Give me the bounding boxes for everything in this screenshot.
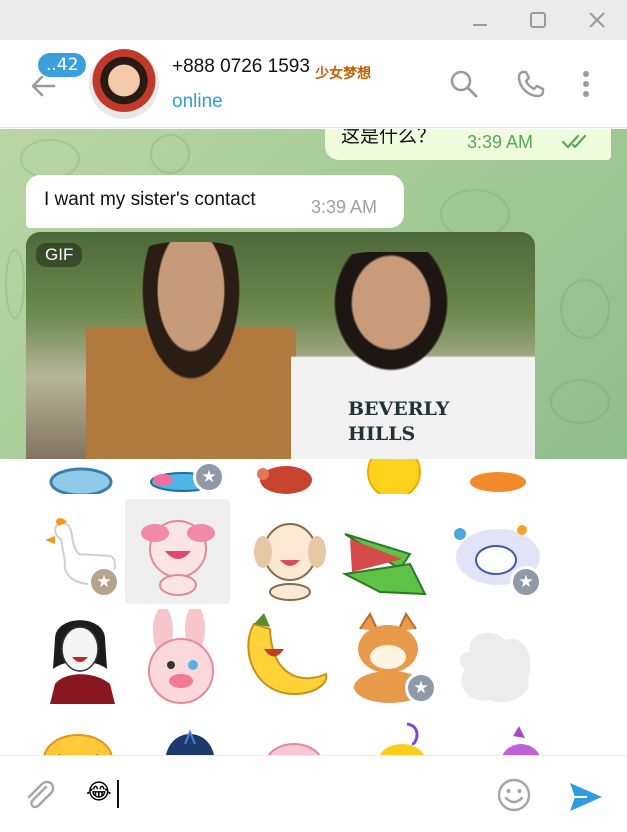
- pink-pig-sticker[interactable]: [244, 714, 344, 755]
- crocodile-laughing-sticker[interactable]: [340, 509, 440, 609]
- window-titlebar: [0, 0, 627, 40]
- yellow-bird-sticker[interactable]: [352, 709, 452, 755]
- favorite-star-icon[interactable]: ★: [193, 461, 225, 493]
- lizard-sticker[interactable]: [26, 459, 126, 499]
- unread-count-badge: ..42: [38, 53, 87, 77]
- sticker-panel[interactable]: ★ ★ ★ ★: [0, 459, 627, 755]
- background-doodle: [20, 139, 80, 179]
- contact-name-tag: 少女梦想: [315, 65, 372, 81]
- search-icon[interactable]: [448, 68, 480, 100]
- pink-rabbit-laughing-sticker[interactable]: [133, 609, 233, 709]
- favorite-star-icon[interactable]: ★: [88, 566, 120, 598]
- blue-hood-sticker[interactable]: [140, 709, 240, 755]
- banana-laughing-sticker[interactable]: [234, 609, 334, 709]
- message-input[interactable]: 😂: [86, 780, 112, 805]
- background-doodle: [150, 134, 190, 174]
- double-check-icon: [561, 133, 591, 153]
- more-vertical-icon[interactable]: [572, 68, 604, 100]
- pink-cat-laughing-sticker[interactable]: [125, 499, 230, 604]
- message-text: 这是什么？: [341, 129, 437, 147]
- sun-sticker[interactable]: [344, 459, 444, 499]
- close-icon[interactable]: [580, 5, 614, 35]
- favorite-star-icon[interactable]: ★: [405, 672, 437, 704]
- background-doodle: [5, 249, 25, 319]
- minimize-icon[interactable]: [463, 5, 497, 35]
- background-doodle: [550, 379, 610, 424]
- shirt-text-line1: BEVERLY: [348, 398, 450, 420]
- emoji-icon[interactable]: [495, 776, 533, 814]
- paperclip-icon[interactable]: [22, 778, 56, 812]
- shirt-text-line2: HILLS: [348, 423, 416, 445]
- puppy-laughing-sticker[interactable]: [240, 507, 340, 607]
- gif-message[interactable]: BEVERLY HILLS GIF: [26, 232, 535, 459]
- chat-header: ..42 +888 0726 1593 少女梦想 online: [0, 40, 627, 128]
- contact-status: online: [172, 91, 223, 112]
- background-doodle: [560, 279, 610, 339]
- message-composer: 😂: [0, 755, 627, 832]
- gif-shirt-text: BEVERLY HILLS: [348, 397, 449, 447]
- gif-label: GIF: [36, 243, 83, 267]
- message-time: 3:39 AM: [467, 132, 534, 152]
- avatar[interactable]: [89, 49, 159, 119]
- gif-person-woman: [86, 242, 296, 459]
- purple-bird-sticker[interactable]: [468, 711, 568, 755]
- chat-history[interactable]: 这是什么？ 3:39 AM I want my sister's contact…: [0, 129, 627, 459]
- contact-name[interactable]: +888 0726 1593 少女梦想: [172, 56, 372, 81]
- red-creature-sticker[interactable]: [236, 459, 336, 499]
- maximize-icon[interactable]: [521, 5, 555, 35]
- message-text: I want my sister's contact: [44, 189, 256, 210]
- incoming-message[interactable]: I want my sister's contact 3:39 AM: [26, 175, 404, 228]
- text-cursor: [117, 780, 119, 808]
- woman-laughing-sticker[interactable]: [30, 609, 130, 709]
- outgoing-message[interactable]: 这是什么？ 3:39 AM: [325, 129, 611, 160]
- message-time: 3:39 AM: [311, 197, 378, 217]
- send-icon[interactable]: [567, 778, 605, 816]
- phone-icon[interactable]: [515, 68, 547, 100]
- yellow-blob-sticker[interactable]: [28, 714, 128, 755]
- loading-placeholder-sticker[interactable]: [445, 617, 545, 717]
- goose-sticker[interactable]: [36, 509, 136, 609]
- contact-number: +888 0726 1593: [172, 56, 310, 77]
- orange-creature-sticker[interactable]: [448, 459, 548, 499]
- favorite-star-icon[interactable]: ★: [510, 566, 542, 598]
